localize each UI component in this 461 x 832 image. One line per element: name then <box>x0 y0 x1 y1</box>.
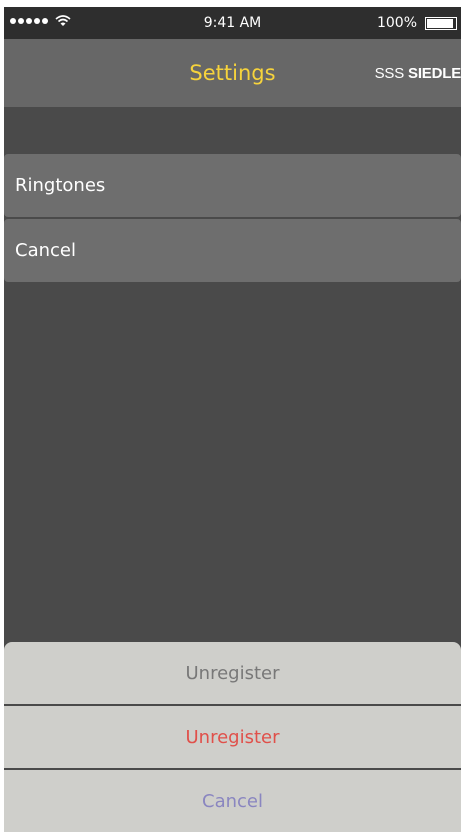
app-screen: 9:41 AM 100% Settings SSS SIEDLE Ringtone… <box>4 7 461 832</box>
siedle-logo: SSS SIEDLE <box>375 65 461 82</box>
action-sheet-title: Unregister <box>4 642 461 704</box>
battery-percentage: 100% <box>376 15 417 31</box>
status-bar: 9:41 AM 100% <box>4 7 461 39</box>
settings-list: Ringtones Cancel <box>4 154 461 282</box>
list-item-ringtones[interactable]: Ringtones <box>4 154 461 217</box>
cancel-button[interactable]: Cancel <box>4 770 461 832</box>
battery-icon <box>425 17 457 30</box>
battery-level-fill <box>427 19 453 28</box>
logo-brand: SIEDLE <box>408 65 461 82</box>
logo-mark: SSS <box>374 65 405 82</box>
unregister-button[interactable]: Unregister <box>4 706 461 768</box>
list-item-cancel[interactable]: Cancel <box>4 219 461 282</box>
navigation-bar: Settings SSS SIEDLE <box>4 39 461 107</box>
action-sheet: Unregister Unregister Cancel <box>4 642 461 832</box>
